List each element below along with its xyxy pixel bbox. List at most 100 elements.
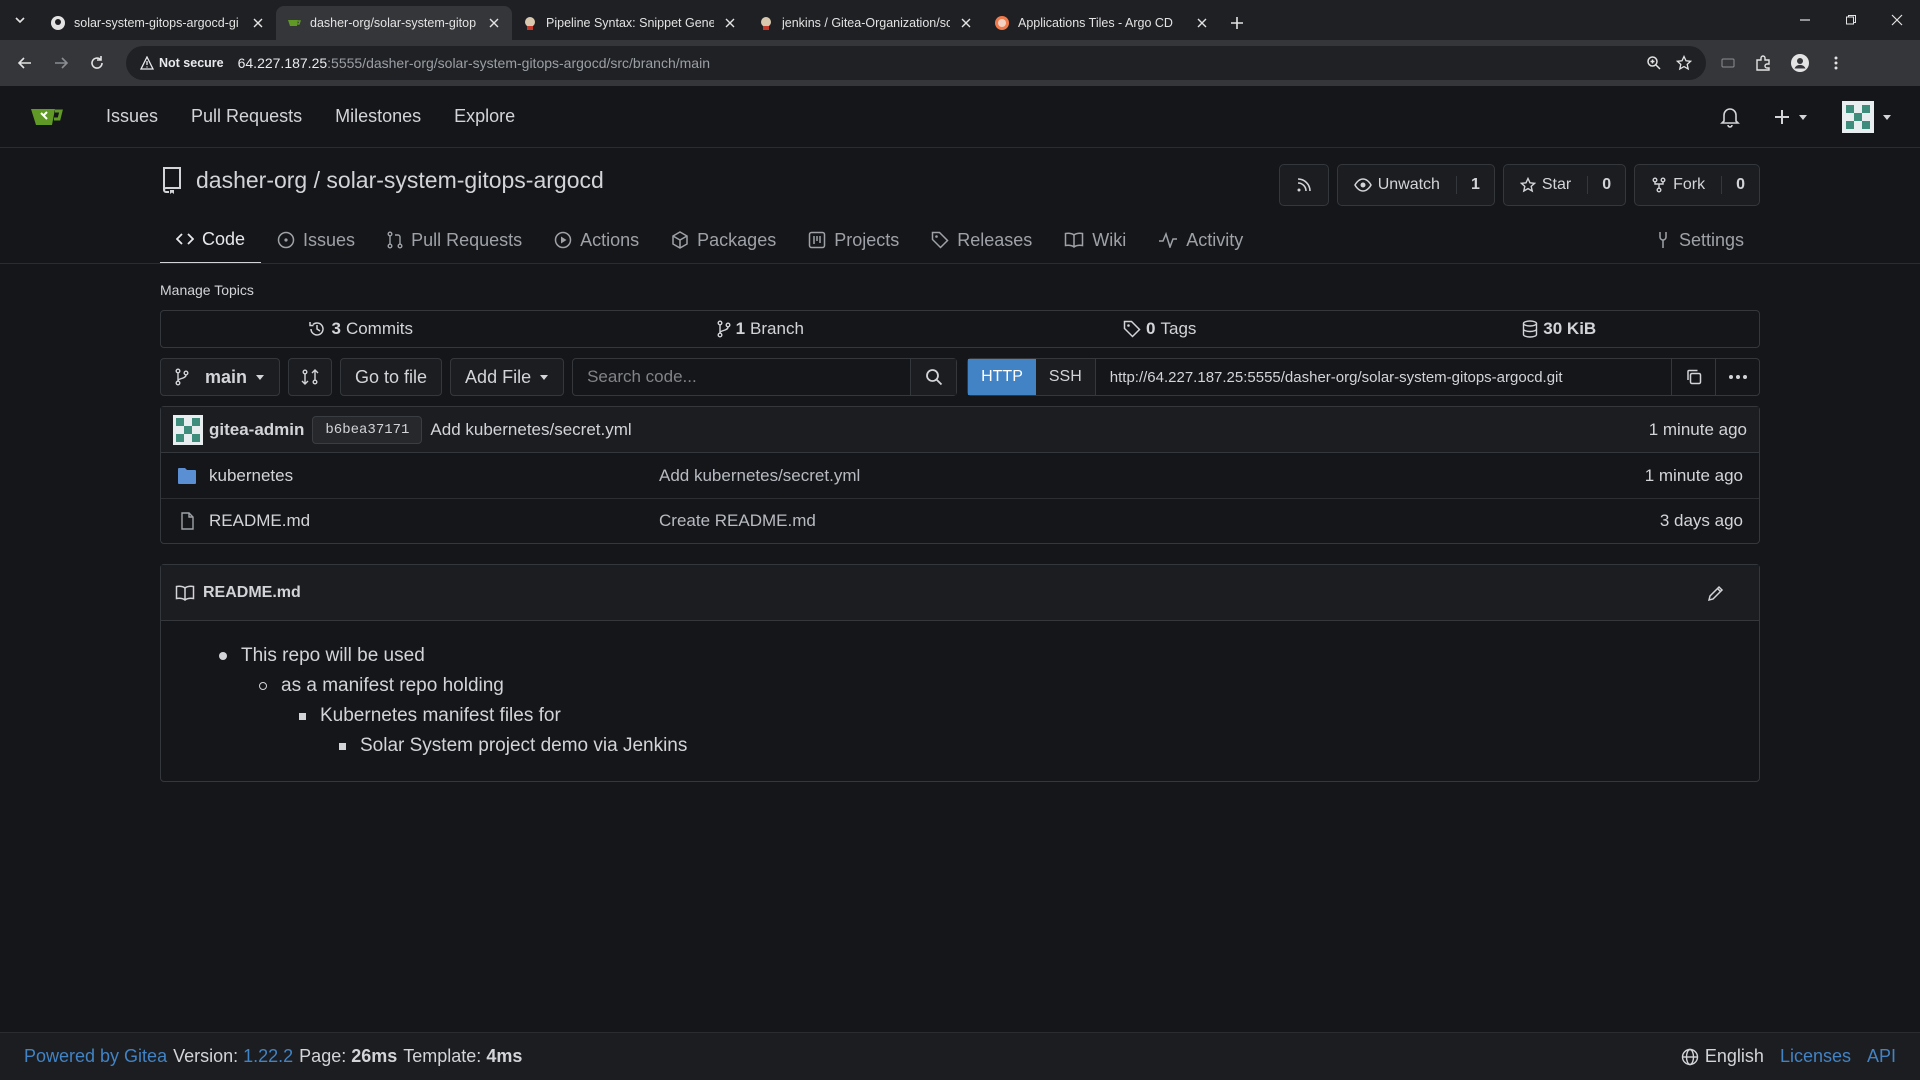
- browser-tab[interactable]: Applications Tiles - Argo CD: [984, 6, 1220, 40]
- licenses-link[interactable]: Licenses: [1780, 1046, 1851, 1067]
- commit-message[interactable]: Add kubernetes/secret.yml: [430, 420, 631, 440]
- file-commit-message[interactable]: Create README.md: [659, 511, 816, 531]
- user-menu[interactable]: [1842, 101, 1892, 133]
- readme-title[interactable]: README.md: [203, 584, 301, 602]
- caret-down-icon: [1883, 115, 1891, 120]
- watch-count[interactable]: 1: [1455, 176, 1494, 194]
- table-row[interactable]: README.md Create README.md 3 days ago: [161, 498, 1759, 543]
- avatar[interactable]: [173, 414, 203, 445]
- repo-name-link[interactable]: solar-system-gitops-argocd: [326, 167, 603, 193]
- warning-icon: [140, 56, 154, 70]
- tab-settings[interactable]: Settings: [1639, 216, 1760, 264]
- stat-branches[interactable]: 1 Branch: [561, 311, 961, 347]
- stat-commits[interactable]: 3 Commits: [161, 311, 561, 347]
- tab-packages[interactable]: Packages: [655, 216, 792, 264]
- file-commit-message[interactable]: Add kubernetes/secret.yml: [659, 466, 860, 486]
- file-name[interactable]: README.md: [209, 511, 659, 531]
- gitea-logo-icon[interactable]: [28, 101, 66, 133]
- eye-icon: [1353, 178, 1372, 192]
- tab-actions[interactable]: Actions: [538, 216, 655, 264]
- clone-url-field[interactable]: http://64.227.187.25:5555/dasher-org/sol…: [1096, 369, 1671, 386]
- profile-icon[interactable]: [1790, 53, 1810, 73]
- repo-title: dasher-org / solar-system-gitops-argocd: [160, 166, 604, 194]
- copy-url-button[interactable]: [1671, 359, 1715, 395]
- nav-explore[interactable]: Explore: [454, 106, 515, 127]
- tab-issues[interactable]: Issues: [261, 216, 371, 264]
- tab-projects[interactable]: Projects: [792, 216, 915, 264]
- browser-tab[interactable]: Pipeline Syntax: Snippet Genera: [512, 6, 748, 40]
- search-icon: [925, 369, 942, 386]
- go-to-file-button[interactable]: Go to file: [340, 358, 443, 396]
- repo-controls: main Go to file Add File HTTP SSH http:/…: [160, 358, 1760, 396]
- nav-issues[interactable]: Issues: [106, 106, 158, 127]
- browser-tab[interactable]: solar-system-gitops-argocd-gi: [40, 6, 276, 40]
- restore-button[interactable]: [1828, 0, 1874, 40]
- browser-tab-active[interactable]: dasher-org/solar-system-gitop: [276, 6, 512, 40]
- commit-author[interactable]: gitea-admin: [209, 420, 304, 440]
- more-options-button[interactable]: [1715, 359, 1759, 395]
- minimize-button[interactable]: [1782, 0, 1828, 40]
- manage-topics-link[interactable]: Manage Topics: [160, 282, 254, 298]
- branch-selector[interactable]: main: [160, 358, 280, 396]
- back-button[interactable]: [8, 46, 42, 80]
- extensions-icon[interactable]: [1754, 54, 1772, 72]
- close-icon[interactable]: [250, 15, 266, 31]
- browser-tab[interactable]: jenkins / Gitea-Organization/so: [748, 6, 984, 40]
- caret-down-icon: [256, 375, 264, 380]
- search-button[interactable]: [910, 359, 957, 395]
- kebab-menu-icon[interactable]: [1828, 55, 1844, 71]
- rss-button[interactable]: [1278, 164, 1329, 206]
- fork-button[interactable]: Fork 0: [1634, 164, 1760, 206]
- close-window-button[interactable]: [1874, 0, 1920, 40]
- stat-tags[interactable]: 0 Tags: [960, 311, 1360, 347]
- powered-by-link[interactable]: Powered by Gitea: [24, 1046, 167, 1067]
- repo-owner-link[interactable]: dasher-org: [196, 167, 307, 193]
- template-time: 4ms: [486, 1046, 523, 1066]
- forward-button[interactable]: [44, 46, 78, 80]
- fork-count[interactable]: 0: [1721, 176, 1759, 194]
- tab-actions-label: Actions: [580, 229, 640, 250]
- tab-title: dasher-org/solar-system-gitop: [310, 16, 477, 30]
- tab-releases[interactable]: Releases: [915, 216, 1048, 264]
- zoom-icon[interactable]: [1646, 55, 1662, 71]
- table-row[interactable]: kubernetes Add kubernetes/secret.yml 1 m…: [161, 453, 1759, 498]
- file-name[interactable]: kubernetes: [209, 466, 659, 486]
- version-link[interactable]: 1.22.2: [243, 1046, 293, 1067]
- tab-search-button[interactable]: [0, 0, 40, 40]
- tab-wiki[interactable]: Wiki: [1048, 216, 1142, 264]
- star-button[interactable]: Star 0: [1502, 164, 1627, 206]
- http-button[interactable]: HTTP: [968, 359, 1036, 395]
- close-icon[interactable]: [1194, 15, 1210, 31]
- commit-sha[interactable]: b6bea37171: [312, 415, 423, 444]
- nav-pull-requests[interactable]: Pull Requests: [191, 106, 302, 127]
- address-bar[interactable]: Not secure 64.227.187.25:5555/dasher-org…: [126, 46, 1706, 80]
- new-tab-button[interactable]: [1220, 6, 1254, 40]
- tab-code[interactable]: Code: [160, 216, 262, 264]
- tab-pull-requests[interactable]: Pull Requests: [371, 216, 538, 264]
- tab-activity[interactable]: Activity: [1142, 216, 1259, 264]
- ssh-button[interactable]: SSH: [1035, 359, 1096, 395]
- compare-button[interactable]: [288, 358, 332, 396]
- close-icon[interactable]: [722, 15, 738, 31]
- language-label: English: [1704, 1046, 1764, 1066]
- nav-milestones[interactable]: Milestones: [335, 106, 421, 127]
- close-icon[interactable]: [486, 15, 502, 31]
- star-count[interactable]: 0: [1587, 176, 1625, 194]
- list-item: Solar System project demo via Jenkins: [339, 731, 1759, 761]
- language-selector[interactable]: English: [1681, 1046, 1764, 1067]
- create-menu[interactable]: [1774, 109, 1808, 125]
- media-icon[interactable]: [1720, 55, 1736, 71]
- security-indicator[interactable]: Not secure: [140, 56, 224, 70]
- unwatch-label: Unwatch: [1377, 176, 1440, 193]
- reload-button[interactable]: [80, 46, 114, 80]
- api-link[interactable]: API: [1867, 1046, 1896, 1067]
- pencil-icon[interactable]: [1707, 584, 1725, 602]
- star-bookmark-icon[interactable]: [1676, 55, 1692, 71]
- search-input[interactable]: [573, 359, 911, 395]
- arrow-right-icon: [55, 57, 69, 69]
- bell-icon[interactable]: [1720, 106, 1740, 128]
- watch-button[interactable]: Unwatch 1: [1336, 164, 1495, 206]
- repo-actions: Unwatch 1 Star 0 Fork 0: [1278, 164, 1760, 206]
- close-icon[interactable]: [958, 15, 974, 31]
- add-file-button[interactable]: Add File: [450, 358, 565, 396]
